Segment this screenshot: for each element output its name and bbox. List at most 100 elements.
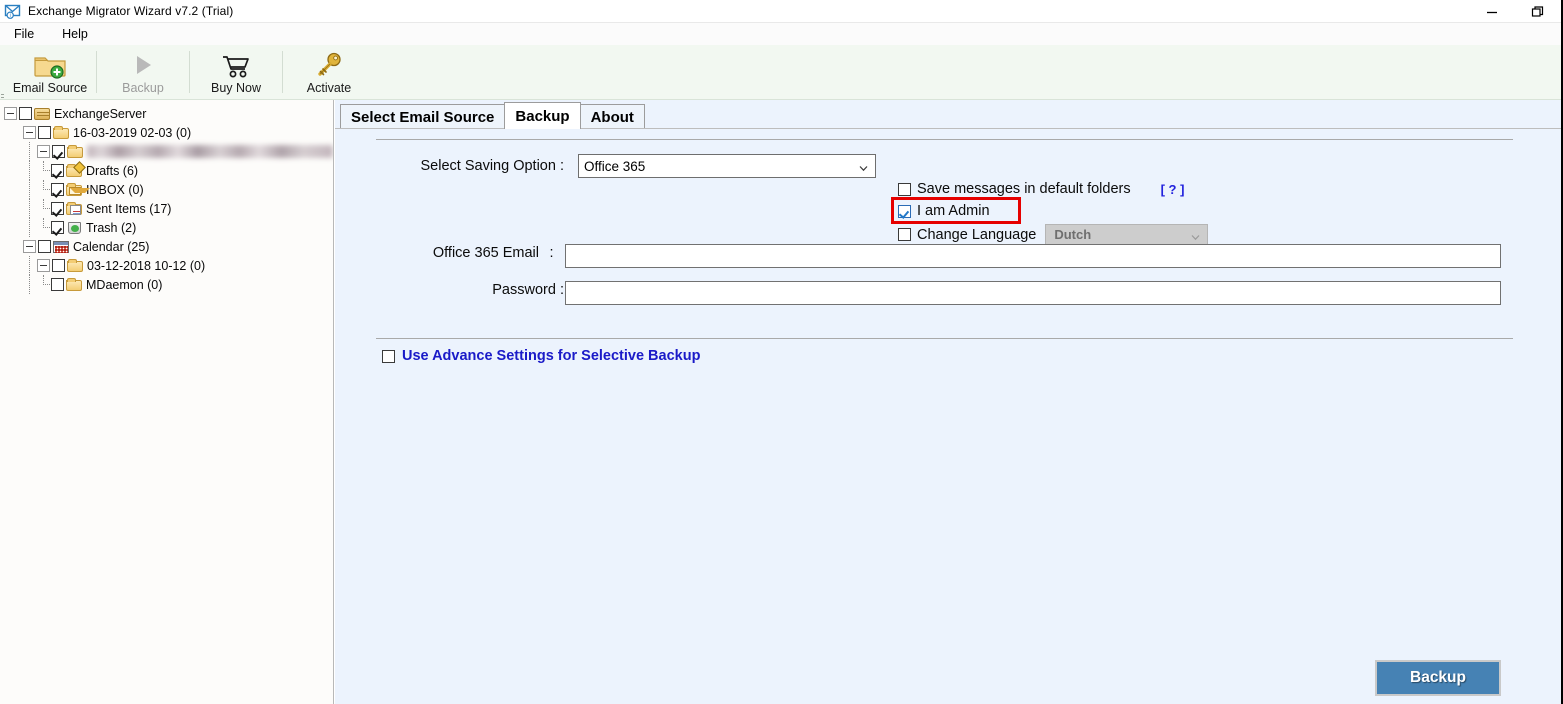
tree-checkbox[interactable] [51,221,64,234]
i-am-admin-checkbox[interactable] [898,204,911,218]
menu-help[interactable]: Help [58,25,98,43]
tree-checkbox[interactable] [51,202,64,215]
tab-bar: Select Email Source Backup About [340,102,645,129]
collapse-toggle-icon[interactable] [23,240,36,253]
language-select[interactable]: Dutch [1045,224,1209,245]
tree-checkbox[interactable] [51,278,64,291]
tree-node-exchangeserver[interactable]: ExchangeServer [4,104,333,123]
indent-spacer [4,199,23,218]
indent-spacer [4,180,23,199]
backup-submit-button[interactable]: Backup [1375,660,1501,696]
tree-checkbox[interactable] [19,107,32,120]
tree-checkbox[interactable] [51,183,64,196]
tree-checkbox[interactable] [52,259,65,272]
folder-icon [66,277,83,292]
folder-icon [67,144,84,159]
tree-connector [23,256,37,275]
help-link[interactable]: [ ? ] [1161,182,1185,197]
window-controls [1469,0,1561,23]
save-default-folders-row: Save messages in default folders [ ? ] [898,181,1184,197]
change-language-checkbox[interactable] [898,228,911,241]
toolbar-buy-now-button[interactable]: Buy Now [190,45,282,99]
email-label-colon: : [549,245,554,261]
tab-select-email-source[interactable]: Select Email Source [340,104,506,129]
toolbar-buy-now-label: Buy Now [210,81,262,95]
tree-node-mdaemon[interactable]: MDaemon (0) [4,275,333,294]
i-am-admin-row: I am Admin [898,203,990,219]
tab-backup[interactable]: Backup [504,102,581,129]
saving-option-value: Office 365 [584,158,646,174]
toolbar-activate-button[interactable]: Activate [283,45,375,99]
tree-node-trash[interactable]: Trash (2) [4,218,333,237]
tab-about[interactable]: About [579,104,645,129]
main-panel: Select Email Source Backup About Select … [335,100,1561,704]
indent-spacer [4,275,23,294]
toolbar-activate-label: Activate [306,81,352,95]
tree-checkbox[interactable] [38,240,51,253]
group-separator-bottom [376,338,1513,339]
collapse-toggle-icon[interactable] [37,259,50,272]
tree-connector [23,161,37,180]
chevron-down-icon [859,161,868,172]
minimize-button[interactable] [1469,0,1515,23]
toolbar-backup-label: Backup [122,81,164,95]
tree-connector [23,180,37,199]
menu-file[interactable]: File [10,25,44,43]
folder-trash-icon [66,221,83,235]
advance-settings-row[interactable]: Use Advance Settings for Selective Backu… [382,348,700,364]
indent-spacer [4,218,23,237]
folder-add-icon [33,50,67,80]
toolbar: Email Source Backup Buy Now Activate [0,45,1561,140]
tree-connector [23,218,37,237]
toolbar-backup-button[interactable]: Backup [97,45,189,99]
saving-option-row: Select Saving Option : Office 365 [384,154,876,178]
svg-text:i: i [10,13,11,19]
saving-option-label: Select Saving Option : [420,158,564,174]
collapse-toggle-icon[interactable] [37,145,50,158]
tree-node-date-2019[interactable]: 16-03-2019 02-03 (0) [4,123,333,142]
tree-node-inbox[interactable]: INBOX (0) [4,180,333,199]
tree-node-calendar[interactable]: Calendar (25) [4,237,333,256]
tree-node-label: Sent Items (17) [86,201,172,216]
tree-node-label: 03-12-2018 10-12 (0) [87,258,206,273]
tree-connector [37,199,51,218]
tree-node-label: Calendar (25) [73,239,150,254]
tree-connector [23,142,37,161]
advance-settings-label: Use Advance Settings for Selective Backu… [402,348,701,364]
folder-tree-panel[interactable]: ExchangeServer 16-03-2019 02-03 (0) Draf… [0,100,334,704]
tree-node-sent-items[interactable]: Sent Items (17) [4,199,333,218]
indent-spacer [4,142,23,161]
tree-node-mailbox-redacted[interactable] [4,142,333,161]
tree-node-label: INBOX (0) [86,182,144,197]
application-window: i Exchange Migrator Wizard v7.2 (Trial) … [0,0,1563,704]
toolbar-email-source-button[interactable]: Email Source [4,45,96,99]
key-icon [314,50,344,80]
tree-connector [37,180,51,199]
saving-option-select[interactable]: Office 365 [578,154,876,178]
tree-node-drafts[interactable]: Drafts (6) [4,160,333,180]
envelope-app-icon: i [4,3,24,19]
title-bar: i Exchange Migrator Wizard v7.2 (Trial) [0,0,1561,23]
tree-checkbox[interactable] [38,126,51,139]
change-language-row: Change Language Dutch [898,224,1209,245]
collapse-toggle-icon[interactable] [23,126,36,139]
restore-button[interactable] [1515,0,1561,23]
password-input[interactable] [565,281,1501,305]
indent-spacer [4,237,23,256]
save-default-folders-checkbox[interactable] [898,182,911,196]
collapse-toggle-icon[interactable] [4,107,17,120]
email-label: Office 365 Email [432,245,539,261]
indent-spacer [4,256,23,275]
tree-checkbox[interactable] [52,145,65,158]
tree-node-date-2018[interactable]: 03-12-2018 10-12 (0) [4,256,333,275]
folder-sent-icon [66,201,83,216]
email-input[interactable] [565,244,1501,268]
change-language-label: Change Language [917,226,1037,243]
indent-spacer [4,161,23,180]
advance-settings-checkbox[interactable] [382,349,395,363]
indent-spacer [4,123,23,142]
tree-connector [23,275,37,294]
language-value: Dutch [1054,227,1092,242]
group-separator-top [376,139,1513,140]
tree-checkbox[interactable] [51,164,64,177]
